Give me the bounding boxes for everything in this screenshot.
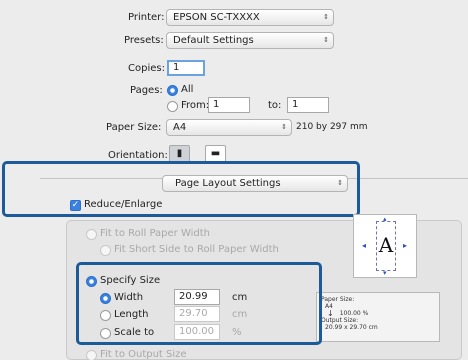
pages-from-label: From: [181, 100, 210, 111]
paper-size-label: Paper Size: [106, 122, 162, 133]
layout-preview: A ◂ ▸ ▴ ▾ [353, 214, 417, 278]
fit-short-side-radio[interactable] [100, 245, 111, 256]
info-output-size-label: Output Size: [321, 317, 359, 324]
presets-label: Presets: [124, 35, 164, 46]
pages-all-label: All [181, 84, 194, 95]
size-info-box: Paper Size: A4 ↓ 100.00 % Output Size: 2… [316, 292, 440, 342]
presets-value: Default Settings [173, 35, 254, 46]
highlight-frame-panel [2, 161, 360, 217]
fit-output-radio[interactable] [86, 350, 97, 360]
orientation-label: Orientation: [108, 150, 168, 161]
paper-size-popup[interactable]: A4 ⇕ [166, 119, 292, 136]
preview-bottom-arrow-icon: ▾ [383, 269, 387, 277]
down-arrow-icon: ↓ [327, 309, 334, 318]
landscape-person-icon: ▬ [210, 148, 221, 159]
info-paper-size-label: Paper Size: [321, 296, 355, 303]
highlight-frame-specify-size [76, 262, 322, 345]
preview-top-arrow-icon: ▴ [383, 215, 387, 223]
printer-popup[interactable]: EPSON SC-TXXXX ⇕ [166, 9, 334, 26]
portrait-person-icon: ▮ [176, 148, 183, 159]
paper-size-value: A4 [173, 122, 187, 133]
preview-right-arrow-icon: ▸ [403, 241, 408, 250]
printer-value: EPSON SC-TXXXX [173, 12, 260, 23]
fit-to-roll-label: Fit to Roll Paper Width [100, 228, 211, 239]
copies-field[interactable]: 1 [167, 60, 205, 76]
info-paper-size-value: A4 [325, 303, 333, 310]
fit-output-label: Fit to Output Size [100, 349, 187, 360]
pages-to-field[interactable]: 1 [287, 97, 329, 113]
popup-arrows-icon: ⇕ [323, 36, 329, 44]
popup-arrows-icon: ⇕ [323, 13, 329, 21]
printer-label: Printer: [128, 12, 165, 23]
pages-from-field[interactable]: 1 [208, 97, 250, 113]
pages-all-radio[interactable] [167, 85, 178, 96]
presets-popup[interactable]: Default Settings ⇕ [166, 32, 334, 49]
fit-short-side-label: Fit Short Side to Roll Paper Width [114, 244, 279, 255]
info-output-size-value: 20.99 x 29.70 cm [325, 324, 378, 331]
copies-label: Copies: [128, 63, 165, 74]
pages-label: Pages: [130, 85, 163, 96]
paper-size-dimensions: 210 by 297 mm [296, 122, 368, 132]
info-scale-value: 100.00 % [339, 310, 369, 317]
pages-to-label: to: [268, 100, 282, 111]
preview-letter: A [378, 233, 394, 257]
pages-from-radio[interactable] [167, 101, 178, 112]
preview-left-arrow-icon: ◂ [362, 241, 367, 250]
popup-arrows-icon: ⇕ [281, 123, 287, 131]
fit-to-roll-radio[interactable] [86, 229, 97, 240]
